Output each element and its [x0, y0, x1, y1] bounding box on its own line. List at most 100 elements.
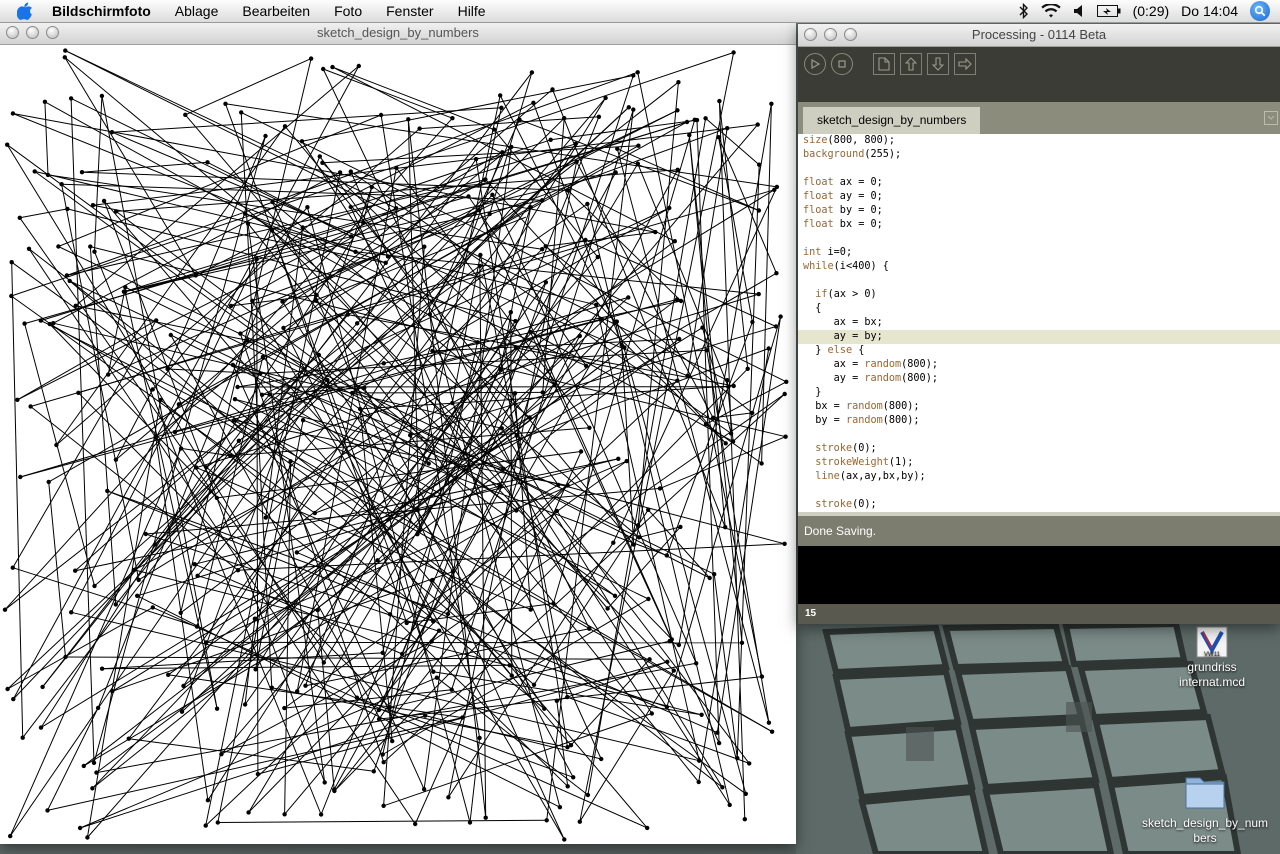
sketch-window: sketch_design_by_numbers	[0, 22, 796, 844]
sketch-point	[759, 674, 765, 679]
sketch-point	[647, 657, 652, 662]
minimize-button[interactable]	[26, 26, 39, 39]
sketch-point	[253, 667, 258, 672]
code-editor[interactable]: size(800, 800); background(255); float ax …	[798, 134, 1280, 512]
code-line[interactable]	[798, 232, 1280, 246]
sketch-point	[540, 247, 545, 252]
code-line[interactable]: by = random(800);	[798, 414, 1280, 428]
close-button[interactable]	[804, 28, 817, 41]
code-line[interactable]: stroke(0);	[798, 498, 1280, 512]
code-line[interactable]	[798, 484, 1280, 498]
code-line[interactable]: {	[798, 302, 1280, 316]
sketch-line	[205, 380, 678, 826]
run-button[interactable]	[804, 53, 826, 75]
code-line[interactable]: stroke(0);	[798, 442, 1280, 456]
zoom-button[interactable]	[46, 26, 59, 39]
sketch-point	[68, 96, 74, 101]
open-button[interactable]	[900, 53, 922, 75]
code-line[interactable]: float ax = 0;	[798, 176, 1280, 190]
code-line[interactable]: ay = random(800);	[798, 372, 1280, 386]
code-line[interactable]	[798, 428, 1280, 442]
minimize-button[interactable]	[824, 28, 837, 41]
code-line[interactable]	[798, 274, 1280, 288]
menu-clock[interactable]: Do 14:04	[1181, 3, 1238, 19]
processing-window-titlebar[interactable]: Processing - 0114 Beta	[798, 24, 1280, 47]
sketch-point	[314, 292, 319, 298]
sketch-point	[73, 303, 78, 308]
sketch-point	[476, 207, 481, 213]
code-line[interactable]: }	[798, 386, 1280, 400]
apple-menu-icon[interactable]	[14, 0, 36, 22]
sketch-point	[77, 825, 83, 831]
code-line-text: ax = random(800);	[803, 359, 938, 370]
sketch-point	[772, 187, 777, 192]
sketch-point	[615, 146, 620, 151]
sketch-point	[565, 483, 570, 488]
code-line[interactable]: if(ax > 0)	[798, 288, 1280, 302]
sketch-point	[750, 410, 755, 416]
sketch-point	[5, 142, 10, 147]
code-line[interactable]: size(800, 800);	[798, 134, 1280, 148]
export-button[interactable]	[954, 53, 976, 75]
code-line[interactable]: ay = by;	[798, 330, 1280, 344]
sketch-point	[473, 156, 479, 162]
sketch-point	[353, 249, 358, 254]
code-line[interactable]: } else {	[798, 344, 1280, 358]
desktop-icon-sketch-folder[interactable]: sketch_design_by_numbers	[1130, 768, 1280, 846]
code-line[interactable]: ax = random(800);	[798, 358, 1280, 372]
sketch-point	[320, 160, 325, 165]
save-button[interactable]	[927, 53, 949, 75]
sketch-point	[528, 329, 533, 335]
sketch-point	[81, 763, 87, 769]
zoom-button[interactable]	[844, 28, 857, 41]
sketch-point	[59, 182, 64, 187]
code-line[interactable]: int i=0;	[798, 246, 1280, 260]
code-line[interactable]: float ay = 0;	[798, 190, 1280, 204]
sketch-point	[636, 535, 642, 540]
code-line[interactable]: bx = random(800);	[798, 400, 1280, 414]
sketch-point	[769, 729, 775, 734]
menu-fenster[interactable]: Fenster	[374, 0, 445, 22]
tab-menu-icon[interactable]	[1264, 111, 1278, 125]
bluetooth-icon[interactable]	[1019, 3, 1029, 19]
sketch-line	[254, 299, 678, 620]
code-line[interactable]: float by = 0;	[798, 204, 1280, 218]
menu-foto[interactable]: Foto	[322, 0, 374, 22]
desktop-icon-grundriss[interactable]: VW11 grundriss internat.mcd	[1150, 626, 1274, 690]
code-line[interactable]: float bx = 0;	[798, 218, 1280, 232]
new-button[interactable]	[873, 53, 895, 75]
code-line[interactable]: strokeWeight(1);	[798, 456, 1280, 470]
close-button[interactable]	[6, 26, 19, 39]
battery-icon[interactable]	[1096, 5, 1121, 17]
menu-bearbeiten[interactable]: Bearbeiten	[230, 0, 322, 22]
menu-hilfe[interactable]: Hilfe	[446, 0, 498, 22]
code-line[interactable]: line(ax,ay,bx,by);	[798, 470, 1280, 484]
sketch-point	[672, 239, 677, 244]
sketch-point	[635, 161, 640, 166]
volume-icon[interactable]	[1073, 4, 1085, 18]
spotlight-search-icon[interactable]	[1250, 1, 1270, 21]
sketch-point	[158, 397, 163, 403]
code-line[interactable]: while(i<400) {	[798, 260, 1280, 274]
menu-app-name[interactable]: Bildschirmfoto	[48, 0, 163, 22]
wifi-icon[interactable]	[1040, 3, 1061, 19]
stop-button[interactable]	[831, 53, 853, 75]
code-line[interactable]: ax = bx;	[798, 316, 1280, 330]
sketch-window-titlebar[interactable]: sketch_design_by_numbers	[0, 22, 796, 45]
sketch-point	[725, 126, 730, 131]
sketch-point	[694, 661, 699, 666]
sketch-point	[269, 228, 275, 233]
sketch-point	[28, 404, 33, 409]
code-line[interactable]: background(255);	[798, 148, 1280, 162]
console-area[interactable]	[798, 546, 1280, 604]
menu-ablage[interactable]: Ablage	[163, 0, 231, 22]
tab-sketch[interactable]: sketch_design_by_numbers	[803, 107, 981, 134]
sketch-point	[747, 761, 752, 766]
sketch-point	[243, 211, 248, 216]
code-line[interactable]	[798, 162, 1280, 176]
battery-time[interactable]: (0:29)	[1133, 3, 1170, 19]
sketch-point	[498, 93, 503, 98]
sketch-point	[478, 252, 483, 258]
sketch-point	[150, 387, 155, 392]
sketch-point	[356, 63, 361, 69]
